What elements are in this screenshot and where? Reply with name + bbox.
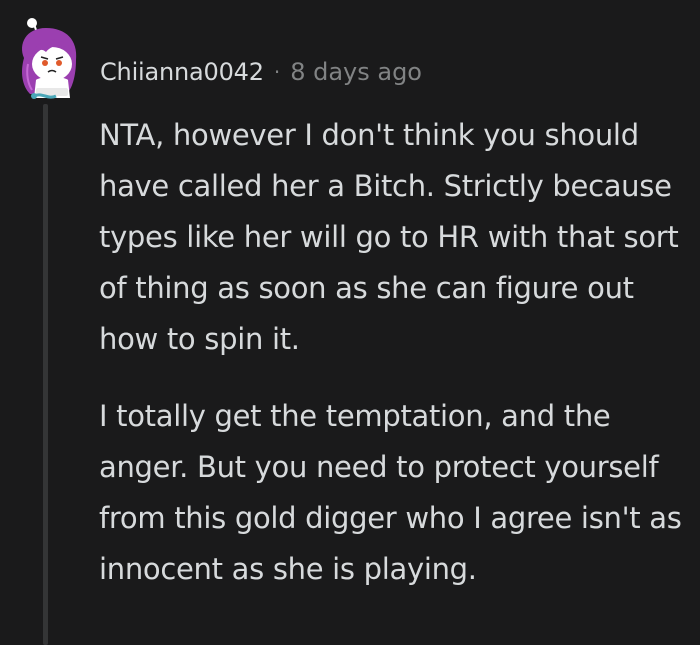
comment-paragraph: I totally get the temptation, and the an… <box>99 399 682 586</box>
comment-body: NTA, however I don't think you should ha… <box>99 110 689 595</box>
timestamp-link[interactable]: 8 days ago <box>290 58 422 86</box>
user-avatar-icon[interactable] <box>12 14 84 102</box>
meta-separator: · <box>273 60 281 84</box>
thread-collapse-line[interactable] <box>43 104 48 645</box>
snoo-avatar-icon <box>22 18 77 99</box>
username-link[interactable]: Chiianna0042 <box>100 58 264 86</box>
comment-paragraph: NTA, however I don't think you should ha… <box>99 118 679 356</box>
comment-meta: Chiianna0042 · 8 days ago <box>100 52 422 92</box>
